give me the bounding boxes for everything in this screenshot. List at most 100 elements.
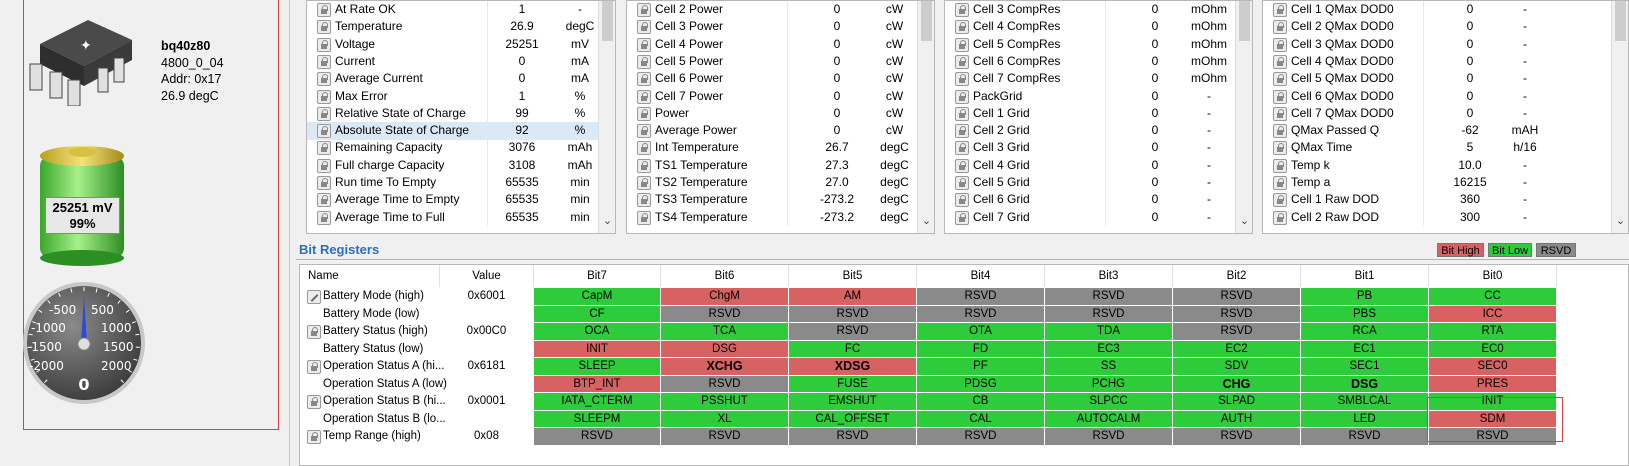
bit-cell[interactable]: RCA bbox=[1301, 323, 1429, 340]
bit-cell[interactable]: CapM bbox=[534, 288, 661, 305]
bit-cell[interactable]: FUSE bbox=[789, 375, 917, 392]
table-row[interactable]: Cell 7 CompRes 0 mOhm bbox=[945, 70, 1252, 88]
bit-cell[interactable]: RSVD bbox=[917, 288, 1045, 305]
bit-cell[interactable]: RSVD bbox=[661, 428, 789, 445]
bit-cell[interactable]: RSVD bbox=[1173, 288, 1301, 305]
bit-cell[interactable]: ChgM bbox=[661, 288, 789, 305]
pencil-icon[interactable] bbox=[307, 289, 321, 304]
table-row[interactable]: QMax Passed Q -62 mAH bbox=[1263, 122, 1628, 140]
table-row[interactable]: Cell 6 CompRes 0 mOhm bbox=[945, 52, 1252, 71]
lock-icon[interactable] bbox=[307, 429, 321, 444]
table3-scroll-down-icon[interactable]: ⌄ bbox=[1236, 214, 1252, 227]
bit-cell[interactable]: PF bbox=[917, 358, 1045, 375]
bit-cell[interactable]: CF bbox=[534, 305, 661, 322]
lock-icon[interactable] bbox=[307, 324, 321, 339]
bit-cell[interactable]: EMSHUT bbox=[789, 393, 917, 410]
table3-scroll-thumb[interactable] bbox=[1239, 1, 1250, 41]
table-row[interactable]: Average Time to Full 65535 min bbox=[307, 208, 615, 227]
bit-cell[interactable]: RSVD bbox=[917, 428, 1045, 445]
bit-cell[interactable]: TDA bbox=[1045, 323, 1173, 340]
table-row[interactable]: Cell 3 QMax DOD0 0- bbox=[1263, 35, 1628, 54]
bit-cell[interactable]: RSVD bbox=[661, 375, 789, 392]
bit-cell[interactable]: RSVD bbox=[1173, 323, 1301, 340]
lock-icon[interactable] bbox=[307, 359, 321, 374]
table-row[interactable]: Relative State of Charge 99% bbox=[307, 104, 615, 123]
bit-cell[interactable]: IATA_CTERM bbox=[534, 393, 661, 410]
bit-cell[interactable]: PSSHUT bbox=[661, 393, 789, 410]
bit-cell[interactable]: EC1 bbox=[1301, 340, 1429, 357]
sbs-table-1[interactable]: At Rate OK 1 - Temperature 26.9 degC Voltage 25… bbox=[306, 0, 616, 234]
bit-cell[interactable]: XCHG bbox=[661, 358, 789, 375]
column-header-bit4[interactable]: Bit4 bbox=[917, 265, 1045, 287]
column-header-bit2[interactable]: Bit2 bbox=[1173, 265, 1301, 287]
column-header-bit6[interactable]: Bit6 bbox=[661, 265, 789, 287]
table-row[interactable]: Temp a 16215- bbox=[1263, 174, 1628, 192]
bit-cell[interactable]: ICC bbox=[1429, 305, 1557, 322]
bit-cell[interactable]: AUTH bbox=[1173, 410, 1301, 427]
bit-cell[interactable]: SDV bbox=[1173, 358, 1301, 375]
bit-cell[interactable]: RSVD bbox=[1045, 428, 1173, 445]
table4-scroll-down-icon[interactable]: ⌄ bbox=[1612, 214, 1628, 227]
table1-scrollbar[interactable]: ⌄ bbox=[598, 1, 615, 233]
table-row[interactable]: Cell 5 Grid 0- bbox=[945, 174, 1252, 192]
bit-cell[interactable]: RSVD bbox=[1173, 428, 1301, 445]
table4-scroll-thumb[interactable] bbox=[1615, 1, 1626, 41]
bit-cell[interactable]: FC bbox=[789, 340, 917, 357]
table-row[interactable]: Average Current 0 mA bbox=[307, 70, 615, 88]
bit-cell[interactable]: EC2 bbox=[1173, 340, 1301, 357]
table-row[interactable]: Cell 3 Power 0 cW bbox=[627, 18, 934, 36]
table-row[interactable]: TS4 Temperature -273.2 degC bbox=[627, 208, 934, 227]
table-row[interactable]: Cell 6 Power 0 cW bbox=[627, 70, 934, 88]
bit-cell[interactable]: RSVD bbox=[534, 428, 661, 445]
bit-cell[interactable]: RSVD bbox=[1301, 428, 1429, 445]
table-row[interactable]: Cell 3 Grid 0- bbox=[945, 139, 1252, 157]
bit-cell[interactable]: DSG bbox=[661, 340, 789, 357]
bit-cell[interactable]: INIT bbox=[534, 340, 661, 357]
bit-cell[interactable]: BTP_INT bbox=[534, 375, 661, 392]
bit-cell[interactable]: RSVD bbox=[789, 428, 917, 445]
table-row[interactable]: Run time To Empty 65535 min bbox=[307, 174, 615, 192]
bit-cell[interactable]: RSVD bbox=[917, 305, 1045, 322]
bit-cell[interactable]: SLPAD bbox=[1173, 393, 1301, 410]
table-row[interactable]: QMax Time 5 h/16 bbox=[1263, 139, 1628, 157]
lock-icon[interactable] bbox=[307, 394, 321, 409]
bit-cell[interactable]: CAL bbox=[917, 410, 1045, 427]
bit-cell[interactable]: SEC0 bbox=[1429, 358, 1557, 375]
table-row[interactable]: Current 0 mA bbox=[307, 52, 615, 71]
table-row[interactable]: TS1 Temperature 27.3 degC bbox=[627, 156, 934, 175]
bit-cell[interactable]: RSVD bbox=[789, 323, 917, 340]
table-row[interactable]: Temp k 10.0- bbox=[1263, 156, 1628, 175]
bit-cell[interactable]: SS bbox=[1045, 358, 1173, 375]
bit-cell[interactable]: TCA bbox=[661, 323, 789, 340]
column-header-bit5[interactable]: Bit5 bbox=[789, 265, 917, 287]
table-row[interactable]: Absolute State of Charge 92% bbox=[307, 122, 615, 140]
table-row[interactable]: Cell 5 Power 0 cW bbox=[627, 52, 934, 71]
bit-cell[interactable]: RSVD bbox=[1045, 288, 1173, 305]
bit-cell[interactable]: CC bbox=[1429, 288, 1557, 305]
table-row[interactable]: Cell 2 Power 0 cW bbox=[627, 1, 934, 19]
table-row[interactable]: Cell 4 CompRes 0 mOhm bbox=[945, 18, 1252, 36]
table1-scroll-thumb[interactable] bbox=[602, 1, 613, 41]
table-row[interactable]: Cell 2 Raw DOD 300- bbox=[1263, 208, 1628, 227]
bit-cell[interactable]: EC0 bbox=[1429, 340, 1557, 357]
bit-cell[interactable]: EC3 bbox=[1045, 340, 1173, 357]
bit-cell[interactable]: CB bbox=[917, 393, 1045, 410]
bit-cell[interactable]: AM bbox=[789, 288, 917, 305]
column-header-value[interactable]: Value bbox=[440, 265, 534, 287]
table-row[interactable]: Cell 5 QMax DOD0 0- bbox=[1263, 70, 1628, 88]
sbs-table-2[interactable]: Cell 2 Power 0 cW Cell 3 Power 0 cW Cell 4 Pow… bbox=[626, 0, 935, 234]
table-row[interactable]: Voltage 25251 mV bbox=[307, 35, 615, 54]
table-row[interactable]: Power 0 cW bbox=[627, 104, 934, 123]
table-row[interactable]: Cell 1 Raw DOD 360- bbox=[1263, 191, 1628, 209]
bit-cell[interactable]: SMBLCAL bbox=[1301, 393, 1429, 410]
table-row[interactable]: Average Power 0 cW bbox=[627, 122, 934, 140]
table2-scrollbar[interactable]: ⌄ bbox=[917, 1, 934, 233]
sbs-table-4[interactable]: Cell 1 QMax DOD0 0- Cell 2 QMax DOD0 0- Cell… bbox=[1262, 0, 1629, 234]
bit-cell[interactable]: AUTOCALM bbox=[1045, 410, 1173, 427]
bit-cell[interactable]: RSVD bbox=[789, 305, 917, 322]
table-row[interactable]: Temperature 26.9 degC bbox=[307, 18, 615, 36]
table-row[interactable]: Average Time to Empty 65535 min bbox=[307, 191, 615, 209]
bit-cell[interactable]: RSVD bbox=[1173, 305, 1301, 322]
column-header-bit1[interactable]: Bit1 bbox=[1301, 265, 1429, 287]
bit-cell[interactable]: DSG bbox=[1301, 375, 1429, 392]
